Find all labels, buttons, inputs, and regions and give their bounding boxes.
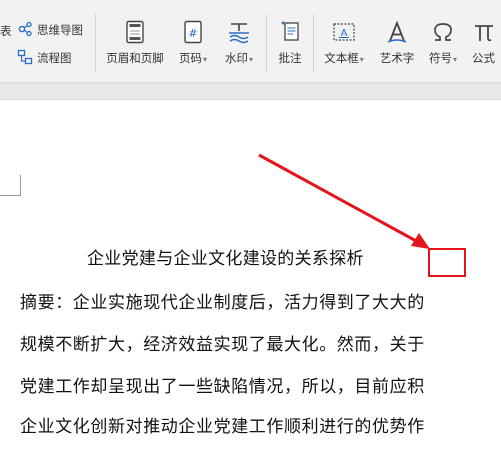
annotation-arrow [258, 153, 430, 249]
